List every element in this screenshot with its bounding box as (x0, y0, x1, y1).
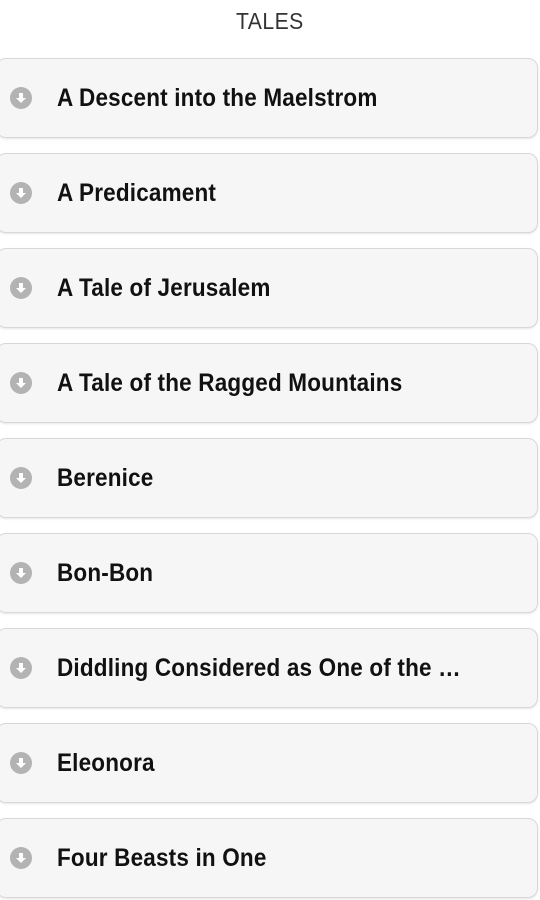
list-item[interactable]: A Descent into the Maelstrom (0, 58, 538, 138)
download-icon (10, 372, 32, 394)
download-icon (10, 277, 32, 299)
list-item-label: Eleonora (57, 748, 155, 777)
download-icon (10, 467, 32, 489)
list-item[interactable]: Diddling Considered as One of the Ex... (0, 628, 538, 708)
page-title: TALES (236, 7, 304, 34)
list-item[interactable]: A Tale of the Ragged Mountains (0, 343, 538, 423)
list-item-label: A Descent into the Maelstrom (57, 83, 378, 112)
list-item-label: Berenice (57, 463, 154, 492)
list-item[interactable]: Bon-Bon (0, 533, 538, 613)
list-item-label: Bon-Bon (57, 558, 154, 587)
list-item-label: A Predicament (57, 178, 217, 207)
list-item[interactable]: A Predicament (0, 153, 538, 233)
list-item[interactable]: Eleonora (0, 723, 538, 803)
list-item-label: Diddling Considered as One of the Ex... (57, 653, 473, 682)
list-item-label: Four Beasts in One (57, 843, 267, 872)
list-item-label: A Tale of Jerusalem (57, 273, 271, 302)
list-item[interactable]: A Tale of Jerusalem (0, 248, 538, 328)
list-item-label: A Tale of the Ragged Mountains (57, 368, 403, 397)
list-item[interactable]: Berenice (0, 438, 538, 518)
download-icon (10, 562, 32, 584)
download-icon (10, 847, 32, 869)
download-icon (10, 87, 32, 109)
list-item[interactable]: Four Beasts in One (0, 818, 538, 898)
download-icon (10, 752, 32, 774)
download-icon (10, 182, 32, 204)
download-icon (10, 657, 32, 679)
page-header: TALES (0, 0, 540, 42)
